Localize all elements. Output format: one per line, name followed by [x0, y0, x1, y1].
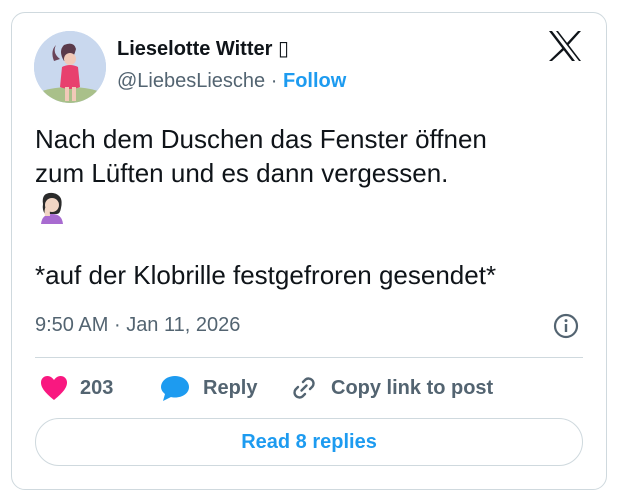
reply-label: Reply — [203, 376, 258, 399]
read-replies-button[interactable]: Read 8 replies — [35, 418, 583, 466]
date: Jan 11, 2026 — [126, 314, 241, 336]
tweet-line: zum Lüften und es dann vergessen. — [35, 158, 449, 188]
copy-link-button[interactable]: Copy link to post — [289, 372, 493, 404]
ts-separator: · — [113, 314, 121, 336]
like-count: 203 — [80, 376, 114, 399]
tweet-text: Nach dem Duschen das Fenster öffnen zum … — [35, 122, 580, 292]
woman-facepalming-icon — [41, 192, 63, 224]
like-button[interactable]: 203 — [40, 372, 113, 404]
divider — [35, 357, 583, 358]
name-glyph: ▯ — [277, 38, 289, 60]
timestamp[interactable]: 9:50 AM · Jan 11, 2026 — [35, 314, 240, 337]
info-icon[interactable] — [553, 313, 579, 339]
follow-button[interactable]: Follow — [283, 70, 346, 92]
handle-separator: · — [270, 70, 278, 92]
action-bar: 203 Reply Copy link to post — [35, 372, 583, 404]
read-replies-label: Read 8 replies — [241, 430, 377, 453]
tweet-line: *auf der Klobrille festgefroren gesendet… — [35, 260, 497, 290]
author-handle[interactable]: @LiebesLiesche — [117, 70, 265, 92]
link-icon — [293, 377, 315, 399]
time: 9:50 AM — [35, 314, 109, 336]
reply-bubble-icon — [161, 376, 189, 401]
handle-row: @LiebesLiesche · Follow — [117, 70, 346, 93]
reply-button[interactable]: Reply — [159, 372, 257, 404]
heart-icon — [41, 376, 67, 400]
avatar[interactable] — [34, 31, 106, 103]
x-logo-icon[interactable] — [548, 30, 582, 62]
tweet-line: Nach dem Duschen das Fenster öffnen — [35, 124, 487, 154]
author-name[interactable]: Lieselotte Witter ▯ — [117, 36, 289, 61]
copy-link-label: Copy link to post — [331, 376, 494, 399]
